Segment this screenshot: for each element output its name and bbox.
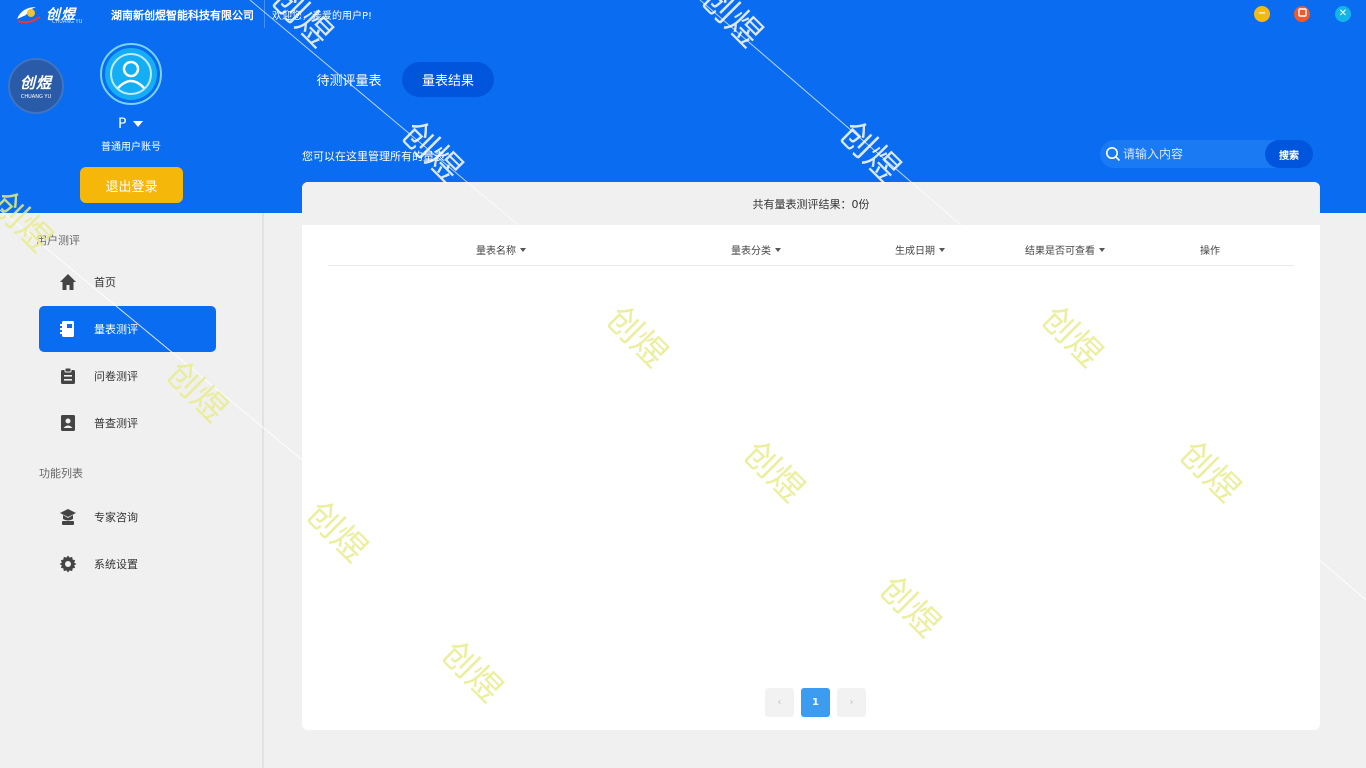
chevron-right-icon: › xyxy=(849,697,854,708)
sort-caret-icon xyxy=(939,247,945,252)
pagination: ‹ 1 › xyxy=(765,688,866,717)
sidebar-item-label: 量表测评 xyxy=(94,323,138,336)
column-header-actions: 操作 xyxy=(1200,242,1220,257)
minimize-button[interactable]: − xyxy=(1254,6,1270,22)
title-bar: 创煜 CHUANG YU 湖南新创煜智能科技有限公司 欢迎您，亲爱的用户P! −… xyxy=(0,0,1366,28)
sidebar-item-label: 普查测评 xyxy=(94,417,138,430)
sidebar-item-expert-consult[interactable]: 专家咨询 xyxy=(39,494,216,540)
column-header-label: 量表分类 xyxy=(731,246,771,257)
maximize-button[interactable] xyxy=(1294,6,1310,22)
chevron-down-icon xyxy=(133,121,144,127)
sidebar-item-settings[interactable]: 系统设置 xyxy=(39,541,216,587)
page-number-label: 1 xyxy=(812,697,819,708)
table-header: 量表名称 量表分类 生成日期 结果是否可查看 操作 xyxy=(328,234,1294,266)
page-number-current[interactable]: 1 xyxy=(801,688,830,717)
column-header-label: 结果是否可查看 xyxy=(1025,246,1095,257)
brand-badge: 创煜 CHUANG YU xyxy=(8,58,64,114)
column-header-result-viewable[interactable]: 结果是否可查看 xyxy=(1025,242,1105,257)
sort-caret-icon xyxy=(520,247,526,252)
clipboard-icon xyxy=(59,367,77,385)
tab-pending-scales[interactable]: 待测评量表 xyxy=(307,62,391,97)
sort-caret-icon xyxy=(775,247,781,252)
user-avatar-icon xyxy=(105,48,157,100)
sidebar-item-label: 问卷测评 xyxy=(94,370,138,383)
title-divider xyxy=(264,0,265,28)
sidebar-item-label: 专家咨询 xyxy=(94,511,138,524)
search-icon xyxy=(1105,146,1121,162)
sidebar-item-home[interactable]: 首页 xyxy=(39,259,216,305)
logo-swoosh-icon xyxy=(14,3,44,25)
sort-caret-icon xyxy=(1099,247,1105,252)
graduation-cap-icon xyxy=(59,508,77,526)
close-button[interactable]: ✕ xyxy=(1335,6,1351,22)
column-header-label: 生成日期 xyxy=(895,246,935,257)
sidebar-item-questionnaire[interactable]: 问卷测评 xyxy=(39,353,216,399)
tab-label: 待测评量表 xyxy=(316,74,382,89)
home-icon xyxy=(59,273,77,291)
sidebar-item-label: 首页 xyxy=(94,276,116,289)
results-count: 共有量表测评结果：0份 xyxy=(752,197,870,211)
page-description: 您可以在这里管理所有的量表 xyxy=(302,150,445,163)
section-label-functions: 功能列表 xyxy=(39,467,83,480)
sidebar-item-label: 系统设置 xyxy=(94,558,138,571)
census-icon xyxy=(59,414,77,432)
column-header-label: 量表名称 xyxy=(476,246,516,257)
tab-scale-results[interactable]: 量表结果 xyxy=(402,62,494,97)
column-header-generated-date[interactable]: 生成日期 xyxy=(895,242,945,257)
search-input[interactable] xyxy=(1123,147,1263,161)
notebook-icon xyxy=(59,320,77,338)
account-type: 普通用户账号 xyxy=(101,142,161,153)
section-label-user-eval: 用户测评 xyxy=(36,234,80,247)
chevron-left-icon: ‹ xyxy=(777,697,782,708)
username: P xyxy=(118,116,127,132)
logout-button[interactable]: 退出登录 xyxy=(80,167,183,203)
brand-badge-subtext: CHUANG YU xyxy=(20,94,52,100)
minimize-icon: − xyxy=(1257,8,1267,19)
column-header-scale-name[interactable]: 量表名称 xyxy=(476,242,526,257)
search-button[interactable]: 搜索 xyxy=(1265,140,1313,168)
gear-icon xyxy=(59,555,77,573)
app-logo: 创煜 CHUANG YU xyxy=(14,2,88,26)
maximize-icon xyxy=(1297,8,1307,20)
column-header-label: 操作 xyxy=(1200,246,1220,257)
column-header-scale-category[interactable]: 量表分类 xyxy=(731,242,781,257)
welcome-message: 欢迎您，亲爱的用户P! xyxy=(272,11,373,22)
tab-label: 量表结果 xyxy=(421,74,474,89)
next-page-button[interactable]: › xyxy=(837,688,866,717)
prev-page-button[interactable]: ‹ xyxy=(765,688,794,717)
logo-subtext: CHUANG YU xyxy=(52,19,83,25)
sidebar-item-scale-eval[interactable]: 量表测评 xyxy=(39,306,216,352)
results-panel: 共有量表测评结果：0份 量表名称 量表分类 生成日期 结果是否可查看 操作 ‹ … xyxy=(302,182,1320,730)
sidebar-item-census[interactable]: 普查测评 xyxy=(39,400,216,446)
close-icon: ✕ xyxy=(1338,8,1348,19)
avatar[interactable] xyxy=(100,43,162,105)
results-summary: 共有量表测评结果：0份 xyxy=(302,182,1320,225)
username-dropdown[interactable]: P xyxy=(118,116,144,132)
company-name: 湖南新创煜智能科技有限公司 xyxy=(111,9,254,22)
search-bar: 搜索 xyxy=(1100,140,1313,168)
brand-badge-text: 创煜 xyxy=(19,74,52,92)
